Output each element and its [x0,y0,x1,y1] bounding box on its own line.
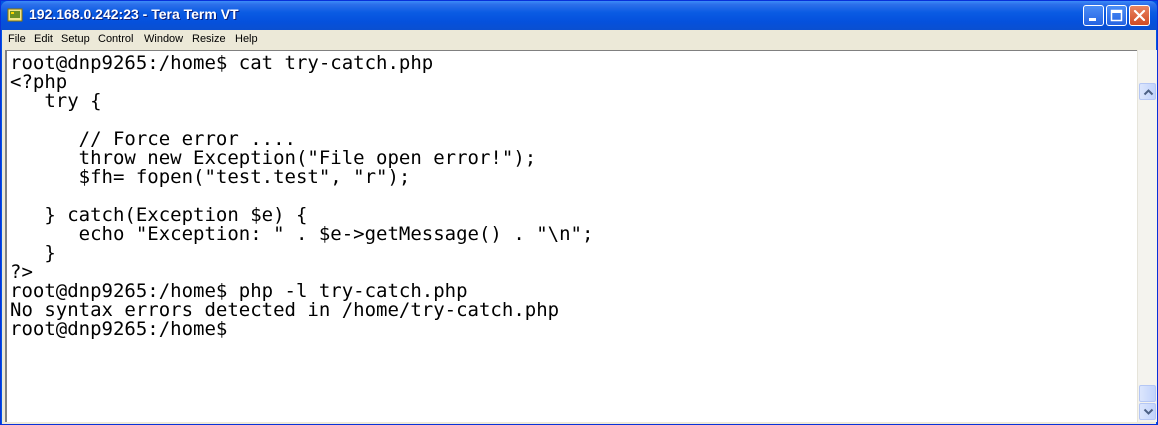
menu-control[interactable]: Control [98,33,133,45]
scrollbar-thumb[interactable] [1139,385,1156,402]
menu-window[interactable]: Window [144,33,183,45]
menu-edit[interactable]: Edit [34,33,53,45]
maximize-icon [1110,9,1123,22]
minimize-icon [1089,18,1096,21]
menu-file[interactable]: File [8,33,26,45]
menu-setup[interactable]: Setup [61,33,90,45]
menu-resize[interactable]: Resize [192,33,226,45]
menu-help[interactable]: Help [235,33,258,45]
scroll-down-arrow-icon [1143,408,1154,415]
scroll-up-button[interactable] [1139,83,1156,100]
maximize-button[interactable] [1106,5,1127,26]
title-bar[interactable]: 192.168.0.242:23 - Tera Term VT [1,1,1157,30]
close-button[interactable] [1129,5,1150,26]
menu-bar: File Edit Setup Control Window Resize He… [2,30,1156,50]
terminal-screen[interactable]: root@dnp9265:/home$ cat try-catch.php <?… [5,50,1137,422]
scroll-down-button[interactable] [1139,403,1156,420]
close-icon [1133,9,1146,22]
terminal-line: $fh= fopen("test.test", "r"); [10,166,411,188]
terminal-line: echo "Exception: " . $e->getMessage() . … [10,223,594,245]
tera-term-window: 192.168.0.242:23 - Tera Term VT File Edi… [0,0,1158,425]
minimize-button[interactable] [1083,5,1104,26]
tera-term-app-icon[interactable] [7,7,23,23]
terminal-line: root@dnp9265:/home$ cat try-catch.php [10,52,434,74]
vertical-scrollbar[interactable] [1137,50,1157,422]
terminal-line: try { [10,90,102,112]
window-frame-bottom [2,422,1156,424]
scroll-up-arrow-icon [1143,89,1154,96]
window-title: 192.168.0.242:23 - Tera Term VT [29,6,239,22]
terminal-line: root@dnp9265:/home$ [10,318,228,340]
